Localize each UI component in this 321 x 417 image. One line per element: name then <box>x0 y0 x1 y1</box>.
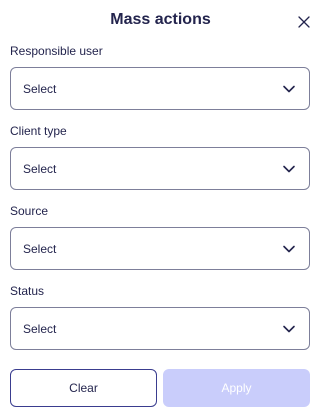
dialog-title: Mass actions <box>110 11 211 28</box>
status-select[interactable]: Select <box>10 307 310 350</box>
status-value: Select <box>23 321 57 336</box>
close-button[interactable] <box>294 12 314 32</box>
client-type-value: Select <box>23 161 57 176</box>
chevron-down-icon <box>281 81 297 97</box>
chevron-down-icon <box>281 161 297 177</box>
client-type-label: Client type <box>10 124 67 138</box>
responsible-user-label: Responsible user <box>10 44 103 58</box>
chevron-down-icon <box>281 321 297 337</box>
chevron-down-icon <box>281 241 297 257</box>
source-label: Source <box>10 204 49 218</box>
close-icon <box>298 16 310 28</box>
apply-button[interactable]: Apply <box>163 369 310 407</box>
status-label: Status <box>10 284 45 298</box>
responsible-user-select[interactable]: Select <box>10 67 310 110</box>
source-value: Select <box>23 241 57 256</box>
mass-actions-dialog: Mass actions Responsible user Select Cli… <box>0 0 321 417</box>
client-type-select[interactable]: Select <box>10 147 310 190</box>
source-select[interactable]: Select <box>10 227 310 270</box>
clear-button[interactable]: Clear <box>10 369 157 407</box>
responsible-user-value: Select <box>23 81 57 96</box>
